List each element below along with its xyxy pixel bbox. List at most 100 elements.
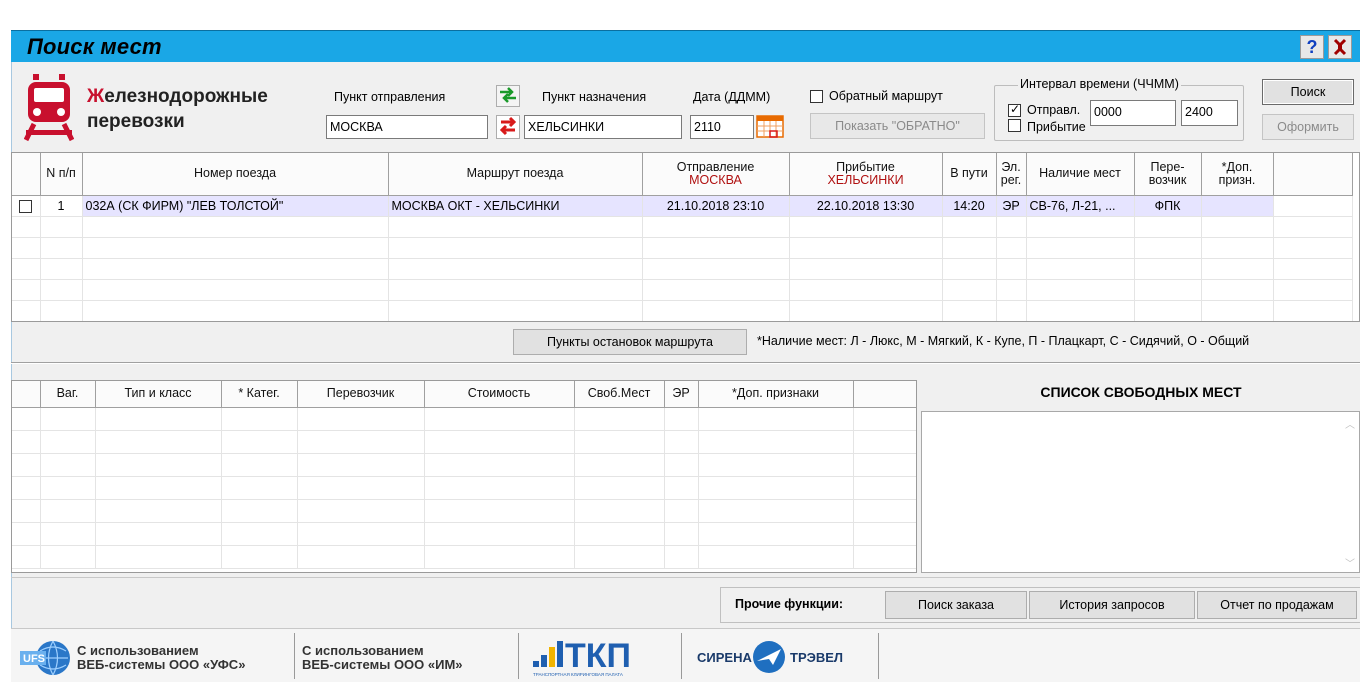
col-arrival[interactable]: Прибытие ХЕЛЬСИНКИ bbox=[789, 153, 943, 196]
time-from-input[interactable]: 0000 bbox=[1090, 100, 1176, 126]
col-select bbox=[12, 153, 41, 196]
col-car-er[interactable]: ЭР bbox=[664, 381, 699, 408]
brand-line1: елезнодорожные bbox=[104, 86, 268, 107]
free-seats-title: СПИСОК СВОБОДНЫХ МЕСТ bbox=[1040, 384, 1242, 400]
row-seats: СВ-76, Л-21, ... bbox=[1026, 195, 1135, 217]
table-row[interactable]: 1 032А (СК ФИРМ) "ЛЕВ ТОЛСТОЙ" МОСКВА ОК… bbox=[12, 195, 1353, 217]
im-caption-line2: ВЕБ-системы ООО «ИМ» bbox=[302, 657, 463, 672]
im-caption-line1: С использованием bbox=[302, 643, 424, 658]
arrival-city: ХЕЛЬСИНКИ bbox=[827, 172, 904, 187]
to-input[interactable]: ХЕЛЬСИНКИ bbox=[524, 115, 682, 139]
calendar-icon bbox=[756, 115, 784, 138]
brand-line2: перевозки bbox=[87, 111, 185, 132]
arrival-checkbox[interactable] bbox=[1008, 119, 1021, 132]
ufs-logo: UFS bbox=[20, 639, 70, 680]
scrollbar[interactable]: ︿ ﹀ bbox=[1343, 416, 1357, 570]
ufs-caption-line2: ВЕБ-системы ООО «УФС» bbox=[77, 657, 246, 672]
col-free-seats[interactable]: Своб.Мест bbox=[574, 381, 665, 408]
row-train: 032А (СК ФИРМ) "ЛЕВ ТОЛСТОЙ" bbox=[82, 195, 389, 217]
ufs-caption-line1: С использованием bbox=[77, 643, 199, 658]
from-label: Пункт отправления bbox=[334, 90, 446, 104]
col-carrier[interactable]: Пере- возчик bbox=[1134, 153, 1202, 196]
brand-initial: Ж bbox=[87, 86, 105, 107]
footer-separator bbox=[294, 633, 295, 679]
time-to-input[interactable]: 2400 bbox=[1181, 100, 1238, 126]
close-button[interactable] bbox=[1328, 35, 1352, 59]
footer-separator bbox=[681, 633, 682, 679]
col-seats[interactable]: Наличие мест bbox=[1026, 153, 1135, 196]
arrival-header: Прибытие bbox=[836, 159, 895, 174]
close-icon bbox=[1333, 38, 1347, 56]
trains-grid: N п/п Номер поезда Маршрут поезда Отправ… bbox=[11, 152, 1360, 322]
col-car-extra[interactable]: *Доп. признаки bbox=[698, 381, 854, 408]
footer-separator bbox=[878, 633, 879, 679]
departure-header: Отправление bbox=[676, 159, 755, 174]
sirena-text: СИРЕНА bbox=[697, 650, 752, 665]
col-departure[interactable]: Отправление МОСКВА bbox=[642, 153, 790, 196]
col-cars-select bbox=[12, 381, 41, 408]
col-extra[interactable]: *Доп. призн. bbox=[1201, 153, 1274, 196]
footer: UFS С использованием ВЕБ-системы ООО «УФ… bbox=[11, 628, 1360, 682]
im-caption: С использованием ВЕБ-системы ООО «ИМ» bbox=[302, 644, 463, 672]
time-interval-label: Интервал времени (ЧЧММ) bbox=[1018, 77, 1181, 91]
sales-report-button[interactable]: Отчет по продажам bbox=[1197, 591, 1357, 619]
sirena-logo bbox=[751, 639, 787, 678]
calendar-button[interactable] bbox=[755, 113, 785, 142]
swap-direction-button[interactable] bbox=[496, 85, 520, 107]
train-icon bbox=[23, 74, 75, 149]
seat-legend: *Наличие мест: Л - Люкс, М - Мягкий, К -… bbox=[757, 334, 1250, 348]
return-route-label: Обратный маршрут bbox=[829, 89, 943, 103]
col-num[interactable]: N п/п bbox=[40, 153, 83, 196]
row-travel-time: 14:20 bbox=[942, 195, 997, 217]
return-route-checkbox[interactable] bbox=[810, 90, 823, 103]
brand-title: Железнодорожные перевозки bbox=[87, 84, 268, 134]
route-stops-button[interactable]: Пункты остановок маршрута bbox=[513, 329, 747, 355]
help-button[interactable]: ? bbox=[1300, 35, 1324, 59]
row-route: МОСКВА ОКТ - ХЕЛЬСИНКИ bbox=[388, 195, 643, 217]
title-bar: Поиск мест ? bbox=[11, 30, 1360, 62]
col-category[interactable]: * Катег. bbox=[221, 381, 298, 408]
window-title: Поиск мест bbox=[27, 34, 162, 59]
swap-arrows-icon bbox=[500, 87, 516, 103]
row-extra bbox=[1201, 195, 1274, 217]
search-button[interactable]: Поиск bbox=[1262, 79, 1354, 105]
row-departure: 21.10.2018 23:10 bbox=[642, 195, 790, 217]
col-car-carrier[interactable]: Перевозчик bbox=[297, 381, 425, 408]
col-car-filler bbox=[853, 381, 916, 408]
cars-grid: Ваг. Тип и класс * Катег. Перевозчик Сто… bbox=[11, 380, 917, 573]
order-button[interactable]: Оформить bbox=[1262, 114, 1354, 140]
departure-city: МОСКВА bbox=[689, 172, 742, 187]
order-search-button[interactable]: Поиск заказа bbox=[885, 591, 1027, 619]
divider bbox=[11, 577, 1360, 578]
col-train[interactable]: Номер поезда bbox=[82, 153, 389, 196]
reverse-route-button[interactable] bbox=[496, 115, 520, 139]
row-num: 1 bbox=[40, 195, 83, 217]
free-seats-list[interactable]: ︿ ﹀ bbox=[921, 411, 1360, 573]
col-route[interactable]: Маршрут поезда bbox=[388, 153, 643, 196]
col-car[interactable]: Ваг. bbox=[40, 381, 96, 408]
col-travel-time[interactable]: В пути bbox=[942, 153, 997, 196]
date-input[interactable]: 2110 bbox=[690, 115, 754, 139]
ufs-caption: С использованием ВЕБ-системы ООО «УФС» bbox=[77, 644, 245, 672]
row-carrier: ФПК bbox=[1134, 195, 1202, 217]
tkp-logo: ТКП ТРАНСПОРТНАЯ КЛИРИНГОВАЯ ПАЛАТА bbox=[529, 633, 679, 682]
from-input[interactable]: МОСКВА bbox=[326, 115, 488, 139]
date-label: Дата (ДДММ) bbox=[693, 90, 771, 104]
col-type[interactable]: Тип и класс bbox=[95, 381, 222, 408]
col-price[interactable]: Стоимость bbox=[424, 381, 575, 408]
request-history-button[interactable]: История запросов bbox=[1029, 591, 1195, 619]
other-functions-label: Прочие функции: bbox=[735, 597, 844, 611]
show-return-button[interactable]: Показать "ОБРАТНО" bbox=[810, 113, 985, 139]
departure-label: Отправл. bbox=[1027, 103, 1081, 117]
col-filler bbox=[1273, 153, 1353, 196]
travel-text: ТРЭВЕЛ bbox=[790, 650, 844, 665]
col-er[interactable]: Эл. рег. bbox=[996, 153, 1027, 196]
reverse-arrows-icon bbox=[499, 116, 517, 136]
scroll-down-icon[interactable]: ﹀ bbox=[1343, 555, 1357, 570]
row-arrival: 22.10.2018 13:30 bbox=[789, 195, 943, 217]
footer-separator bbox=[518, 633, 519, 679]
departure-checkbox[interactable] bbox=[1008, 102, 1021, 117]
scroll-up-icon[interactable]: ︿ bbox=[1343, 416, 1357, 431]
row-checkbox[interactable] bbox=[19, 199, 33, 213]
to-label: Пункт назначения bbox=[542, 90, 647, 104]
